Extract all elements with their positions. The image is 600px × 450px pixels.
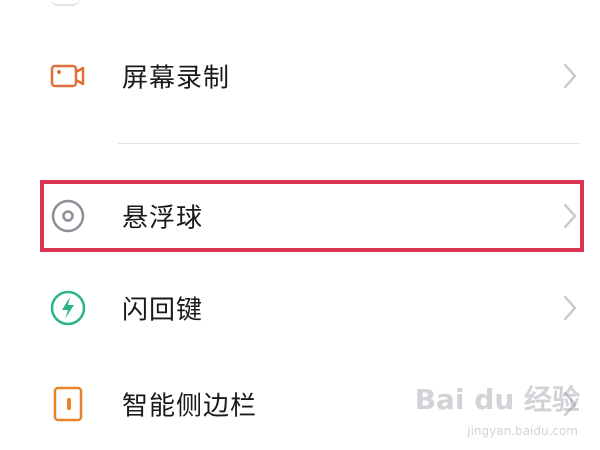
settings-item-label: 闪回键 xyxy=(122,295,204,326)
screen-record-icon xyxy=(48,56,88,96)
flashback-key-icon xyxy=(48,288,88,328)
settings-item-flashback-key[interactable]: 闪回键 xyxy=(0,268,600,348)
section-divider xyxy=(118,143,580,144)
partial-row-above xyxy=(50,0,80,6)
highlight-box xyxy=(40,180,584,252)
chevron-right-icon xyxy=(560,293,580,323)
baidu-jingyan-watermark: Bai du 经验 jingyan.baidu.com xyxy=(400,378,580,438)
settings-item-label: 智能侧边栏 xyxy=(122,391,258,422)
watermark-sub-text: jingyan.baidu.com xyxy=(467,424,578,438)
settings-item-label: 屏幕录制 xyxy=(122,63,231,94)
settings-screen: 屏幕录制 悬浮球 闪回键 智能侧边栏 Bai du 经验 jingyan.bai… xyxy=(0,0,600,450)
smart-sidebar-icon xyxy=(48,384,88,424)
watermark-main-text: Bai du 经验 xyxy=(414,383,580,416)
settings-item-screen-record[interactable]: 屏幕录制 xyxy=(0,36,600,116)
chevron-right-icon xyxy=(560,61,580,91)
